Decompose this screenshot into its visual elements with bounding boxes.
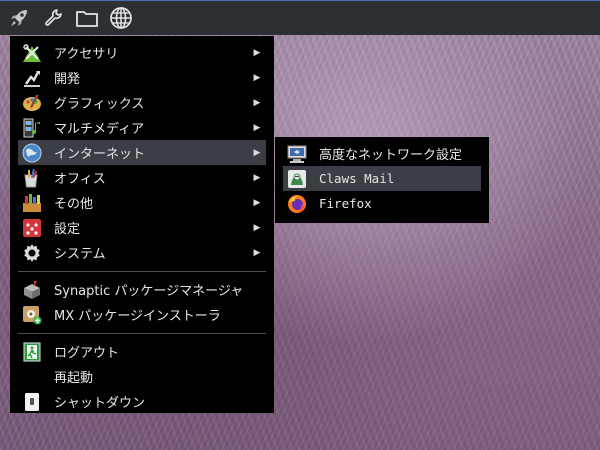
internet-submenu: 高度なネットワーク設定 Claws Mail Firefox xyxy=(275,137,489,223)
menu-item-label: 設定 xyxy=(54,222,81,237)
menu-item-label: Synaptic パッケージマネージャ xyxy=(54,284,244,299)
folder-icon xyxy=(76,11,98,27)
menu-item-label: ログアウト xyxy=(54,346,120,361)
submenu-arrow-icon: ▶ xyxy=(253,72,261,83)
menu-item-label: システム xyxy=(54,247,106,262)
menu-item-label: グラフィックス xyxy=(54,97,145,112)
office-icon xyxy=(22,168,42,188)
wrench-icon xyxy=(45,9,62,26)
menu-item-office[interactable]: オフィス ▶ xyxy=(18,165,266,190)
internet-icon xyxy=(22,143,42,163)
application-menu: アクセサリ ▶ 開発 ▶ グラフィックス ▶ マルチメディア ▶ インターネット… xyxy=(10,36,274,413)
submenu-arrow-icon: ▶ xyxy=(253,47,261,58)
menu-item-label: 開発 xyxy=(54,72,81,87)
menu-item-label: その他 xyxy=(54,197,94,212)
submenu-item-network-settings[interactable]: 高度なネットワーク設定 xyxy=(283,141,481,166)
mx-installer-icon xyxy=(22,305,42,325)
firefox-icon xyxy=(287,194,307,214)
submenu-item-firefox[interactable]: Firefox xyxy=(283,191,481,216)
menu-item-system[interactable]: システム ▶ xyxy=(18,240,266,265)
top-panel xyxy=(0,0,600,35)
menu-item-graphics[interactable]: グラフィックス ▶ xyxy=(18,90,266,115)
submenu-arrow-icon: ▶ xyxy=(253,197,261,208)
web-browser-launcher[interactable] xyxy=(106,3,136,33)
accessories-icon xyxy=(22,43,42,63)
menu-item-label: MX パッケージインストーラ xyxy=(54,309,221,324)
submenu-arrow-icon: ▶ xyxy=(253,97,261,108)
submenu-arrow-icon: ▶ xyxy=(253,147,261,158)
network-settings-icon xyxy=(287,144,307,164)
shutdown-icon xyxy=(22,392,42,412)
claws-mail-icon xyxy=(287,169,307,189)
submenu-item-label: Firefox xyxy=(319,196,372,211)
menu-item-logout[interactable]: ログアウト xyxy=(18,339,266,364)
menu-item-label: インターネット xyxy=(54,147,146,162)
system-icon xyxy=(22,243,42,263)
app-menu-button[interactable] xyxy=(4,3,34,33)
menu-item-reboot[interactable]: 再起動 xyxy=(18,364,266,389)
other-icon xyxy=(22,193,42,213)
submenu-arrow-icon: ▶ xyxy=(253,222,261,233)
menu-item-label: アクセサリ xyxy=(54,47,119,62)
menu-item-label: 再起動 xyxy=(54,371,94,386)
submenu-arrow-icon: ▶ xyxy=(253,172,261,183)
menu-separator xyxy=(18,271,266,272)
rocket-icon xyxy=(11,10,27,26)
menu-item-other[interactable]: その他 ▶ xyxy=(18,190,266,215)
menu-item-multimedia[interactable]: マルチメディア ▶ xyxy=(18,115,266,140)
menu-item-label: オフィス xyxy=(54,172,106,187)
menu-item-shutdown[interactable]: シャットダウン xyxy=(18,389,266,414)
menu-item-label: シャットダウン xyxy=(54,396,146,411)
multimedia-icon xyxy=(22,118,42,138)
menu-item-synaptic[interactable]: Synaptic パッケージマネージャ xyxy=(18,277,266,302)
file-manager-launcher[interactable] xyxy=(72,3,102,33)
menu-item-internet[interactable]: インターネット ▶ xyxy=(18,140,266,165)
settings-icon xyxy=(22,218,42,238)
menu-item-accessories[interactable]: アクセサリ ▶ xyxy=(18,40,266,65)
development-icon xyxy=(22,68,42,88)
settings-launcher[interactable] xyxy=(38,3,68,33)
logout-icon xyxy=(22,342,42,362)
menu-item-mx-package-installer[interactable]: MX パッケージインストーラ xyxy=(18,302,266,327)
menu-item-label: マルチメディア xyxy=(54,122,145,137)
menu-separator xyxy=(18,333,266,334)
submenu-item-claws-mail[interactable]: Claws Mail xyxy=(283,166,481,191)
menu-item-development[interactable]: 開発 ▶ xyxy=(18,65,266,90)
submenu-arrow-icon: ▶ xyxy=(253,247,261,258)
submenu-arrow-icon: ▶ xyxy=(253,122,261,133)
menu-item-settings[interactable]: 設定 ▶ xyxy=(18,215,266,240)
globe-icon xyxy=(110,7,132,29)
submenu-item-label: Claws Mail xyxy=(319,171,395,186)
submenu-item-label: 高度なネットワーク設定 xyxy=(319,148,463,163)
graphics-icon xyxy=(22,93,42,113)
synaptic-icon xyxy=(22,280,42,300)
